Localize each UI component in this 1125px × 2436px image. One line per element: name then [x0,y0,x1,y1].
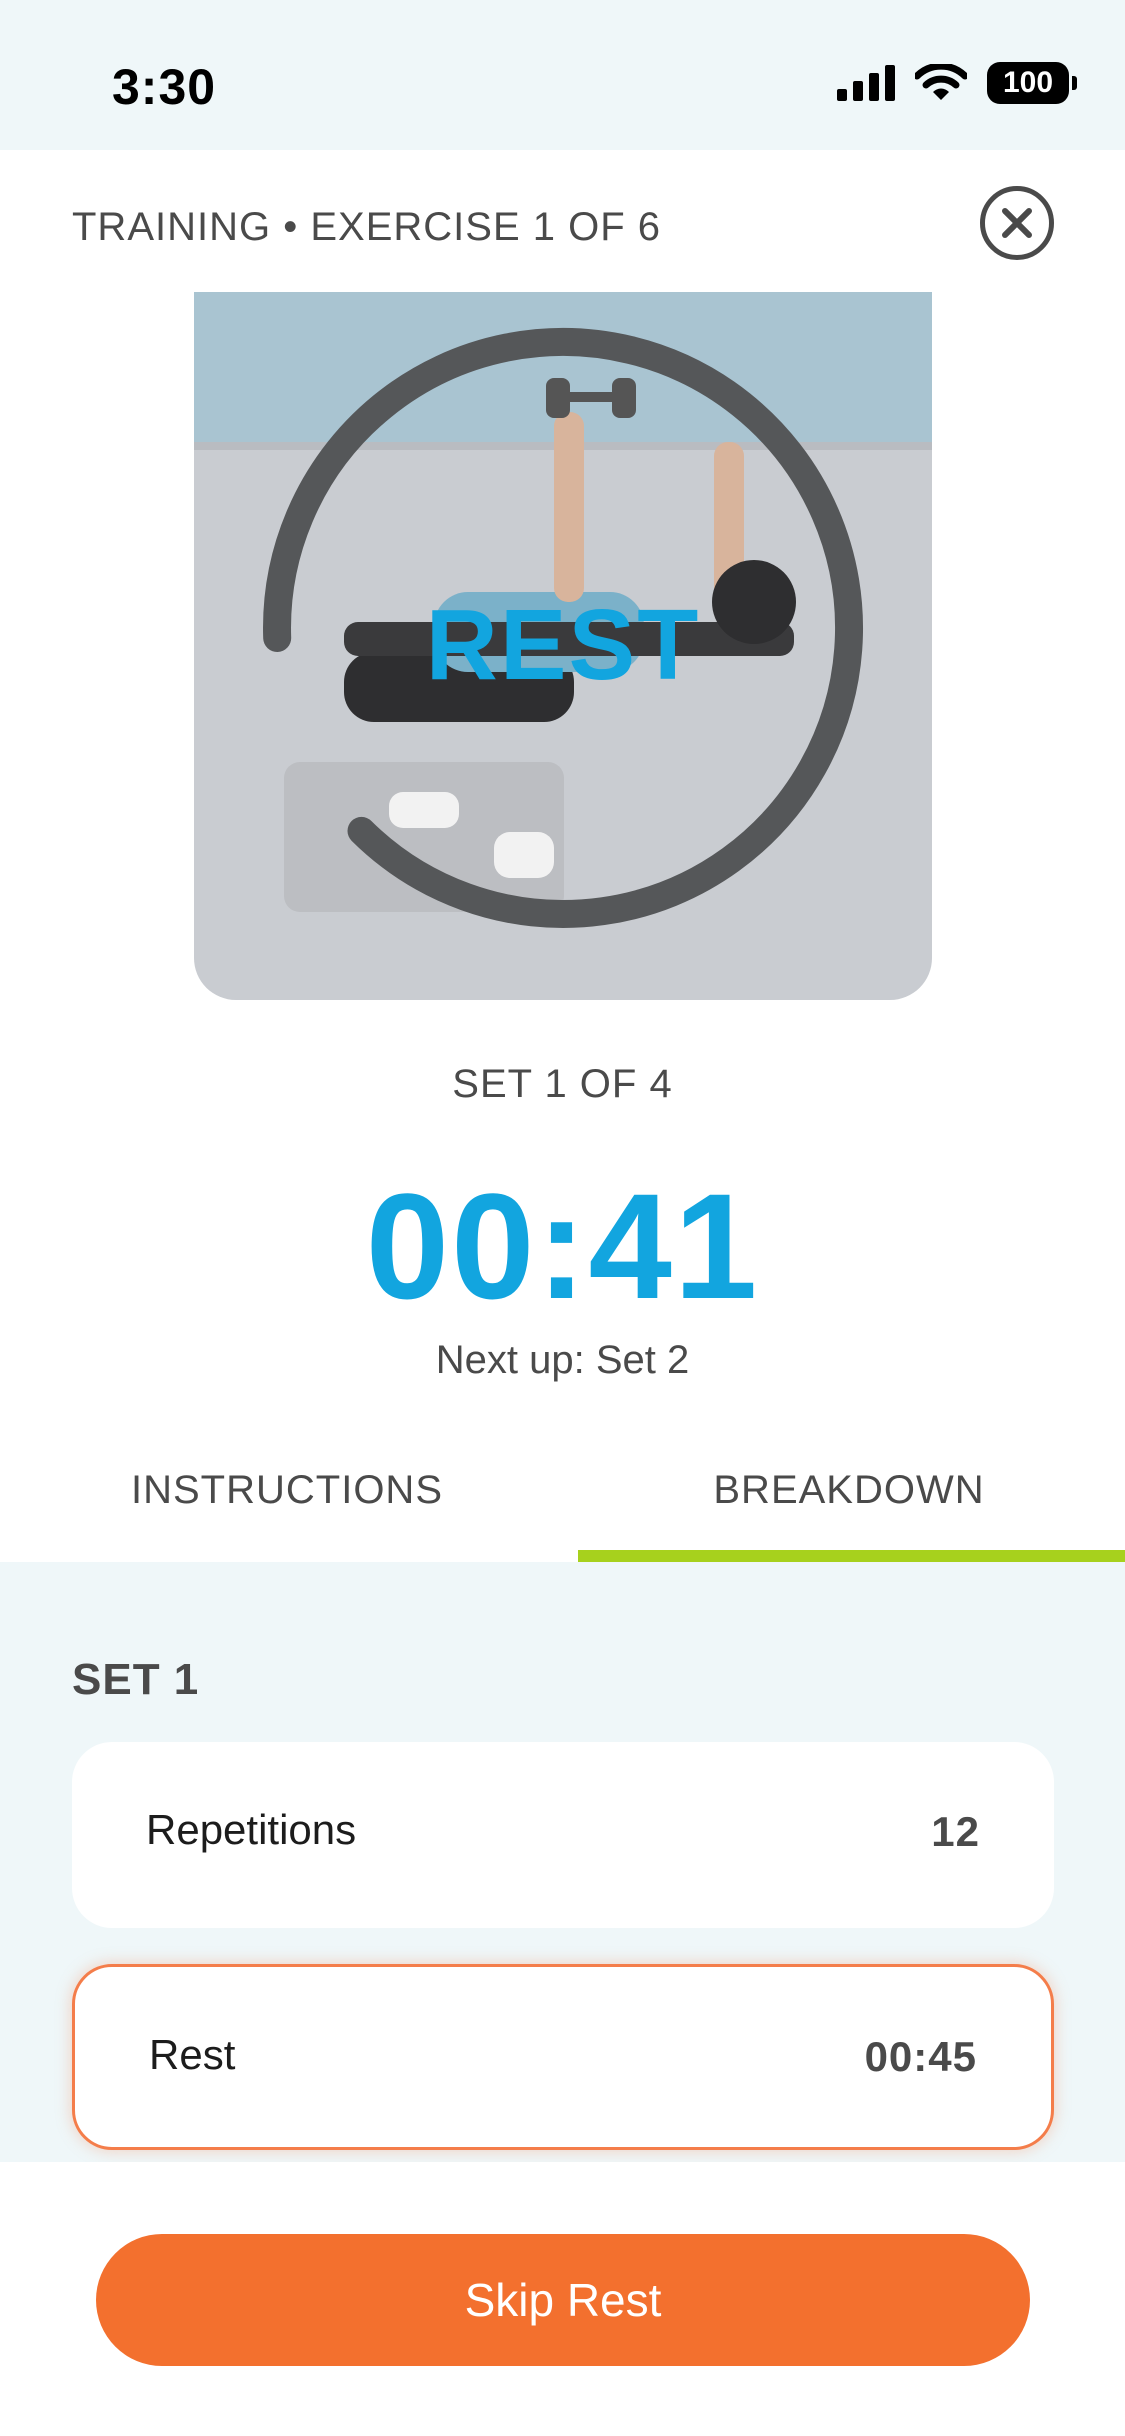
row-label: Repetitions [146,1806,357,1853]
rest-overlay-label: REST [425,589,701,701]
battery-icon: 100 [987,62,1077,104]
breakdown-row-rest: Rest 00:45 [72,1964,1054,2150]
battery-level: 100 [1002,66,1054,99]
close-button[interactable] [980,186,1054,260]
set-heading: SET 1 [72,1655,200,1704]
tab-breakdown[interactable]: BREAKDOWN [568,1468,1125,1513]
status-time: 3:30 [112,59,217,115]
wifi-icon [915,64,967,100]
close-icon [1002,208,1032,238]
exercise-image: REST [194,292,932,1000]
page-title: TRAINING • EXERCISE 1 OF 6 [72,205,662,249]
status-icons: 100 [837,62,1077,104]
tab-active-indicator [578,1550,1125,1562]
row-value: 12 [931,1808,980,1855]
rest-timer: 00:41 [365,1162,760,1330]
tab-instructions[interactable]: INSTRUCTIONS [6,1468,568,1513]
next-up-label: Next up: Set 2 [435,1338,690,1382]
row-label: Rest [149,2031,236,2078]
breakdown-row-repetitions: Repetitions 12 [72,1742,1054,1928]
status-bar: 3:30 100 [0,0,1125,150]
skip-rest-button[interactable]: Skip Rest [96,2234,1030,2366]
row-value: 00:45 [864,2033,977,2080]
cellular-signal-icon [837,65,895,101]
set-progress: SET 1 OF 4 [452,1062,673,1106]
